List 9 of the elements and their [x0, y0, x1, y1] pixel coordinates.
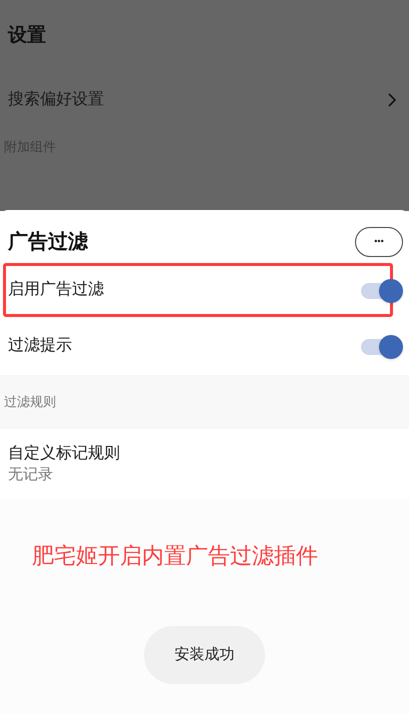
switch-row[interactable]: 过滤提示 [0, 319, 409, 375]
chevron-right-icon [387, 92, 397, 108]
section-label: 过滤规则 [4, 393, 56, 412]
toast: 安装成功 [144, 626, 265, 684]
annotation-text: 肥宅姬开启内置广告过滤插件 [31, 542, 319, 570]
more-button[interactable]: ••• [355, 227, 403, 257]
sheet-title: 广告过滤 [8, 230, 88, 255]
page-title: 设置 [6, 24, 47, 48]
switch-row[interactable]: 启用广告过滤 [0, 263, 409, 319]
